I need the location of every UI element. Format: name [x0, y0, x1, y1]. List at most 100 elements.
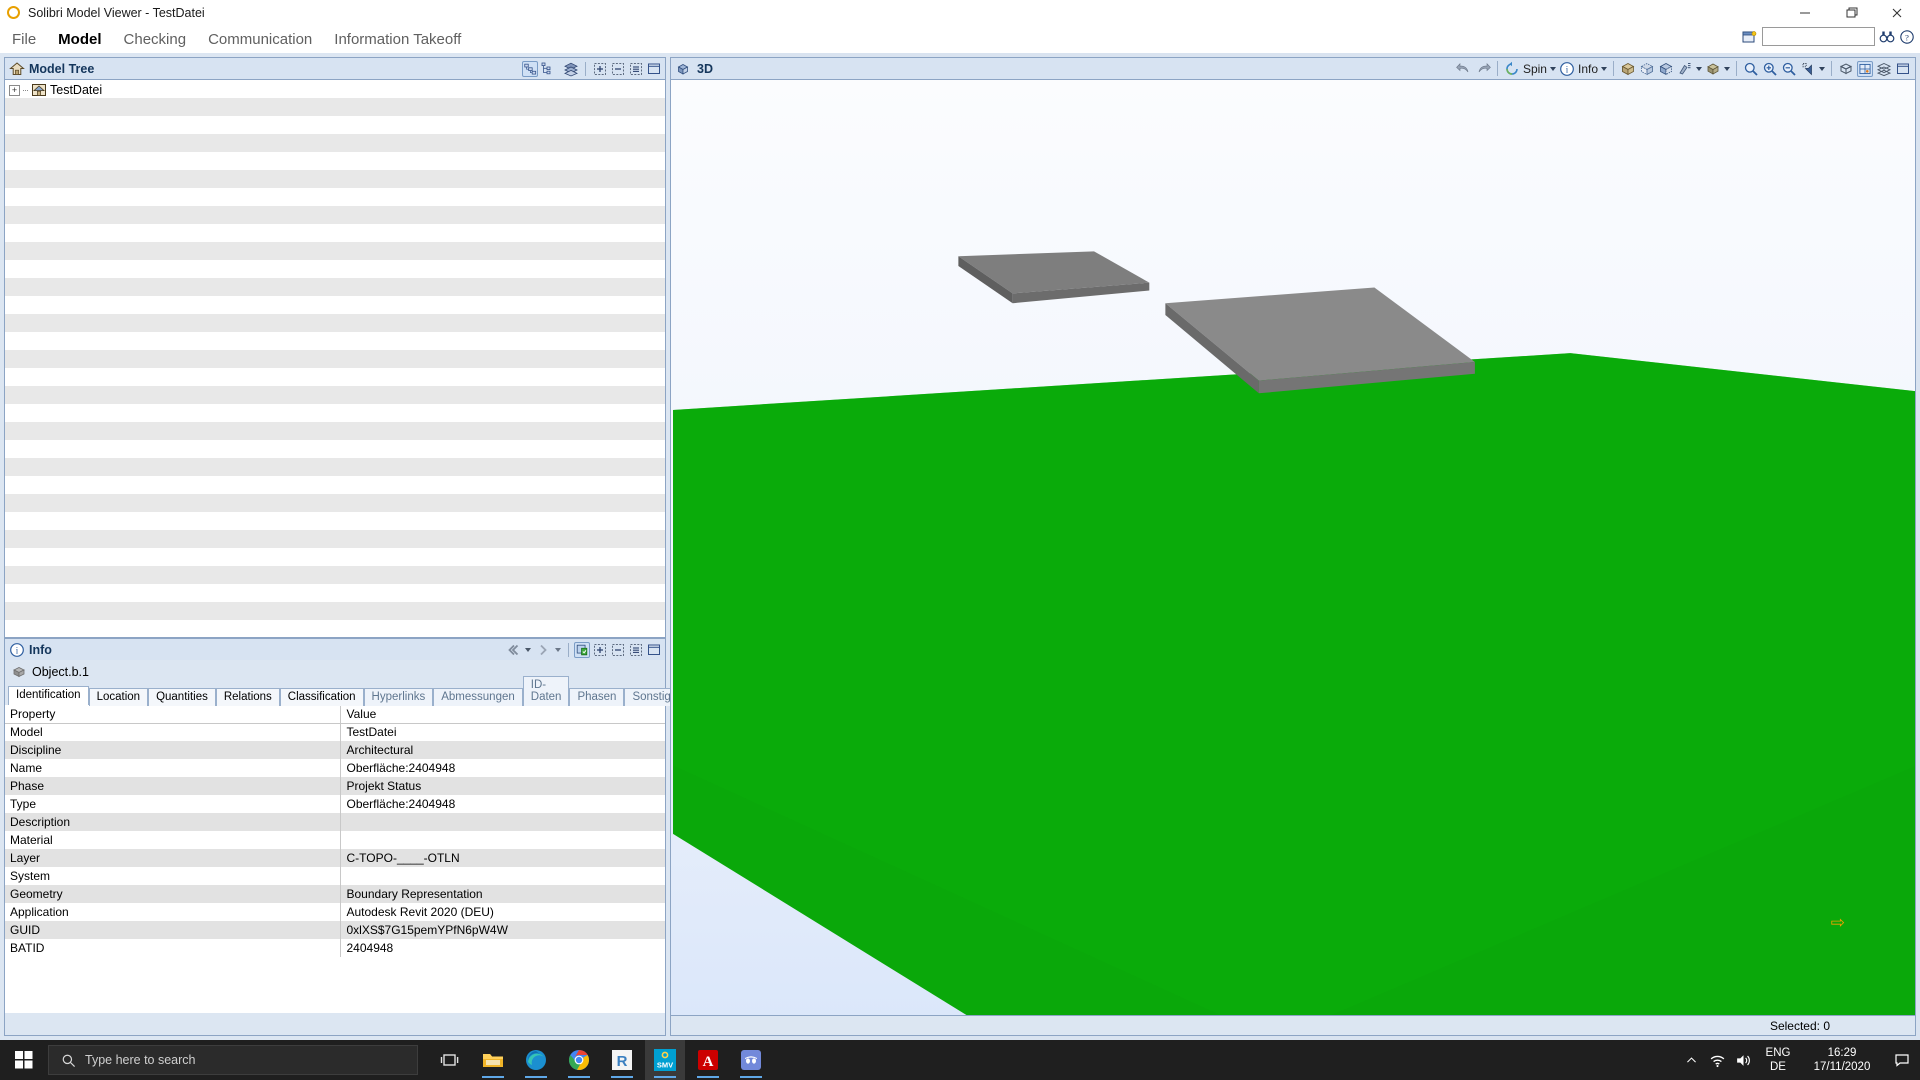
wifi-icon[interactable] — [1704, 1040, 1730, 1080]
collapse-all-icon[interactable] — [610, 642, 626, 658]
new-window-icon[interactable] — [1742, 29, 1758, 45]
tab-quantities[interactable]: Quantities — [148, 688, 216, 706]
menu-item-information-takeoff[interactable]: Information Takeoff — [323, 31, 472, 48]
minimize-button[interactable] — [1782, 0, 1828, 25]
table-row[interactable]: Type Oberfläche:2404948 — [5, 795, 665, 813]
detail-icon[interactable] — [628, 642, 644, 658]
maximize-panel-icon[interactable] — [646, 61, 662, 77]
row-property: Application — [10, 905, 69, 919]
render-cube-icon[interactable] — [1705, 61, 1721, 77]
show-hidden-icons-icon[interactable] — [1678, 1040, 1704, 1080]
detail-icon[interactable] — [628, 61, 644, 77]
maximize-button[interactable] — [1828, 0, 1874, 25]
zoom-area-icon[interactable] — [1743, 61, 1759, 77]
prev-icon[interactable] — [505, 642, 521, 658]
next-icon[interactable] — [535, 642, 551, 658]
forward-arrow-icon[interactable] — [1475, 61, 1491, 77]
taskbar-search[interactable]: Type here to search — [48, 1045, 418, 1075]
menu-item-checking[interactable]: Checking — [113, 31, 198, 48]
wireframe-cube-icon[interactable] — [1658, 61, 1674, 77]
table-row[interactable]: Application Autodesk Revit 2020 (DEU) — [5, 903, 665, 921]
table-row[interactable]: Layer C-TOPO-____-OTLN — [5, 849, 665, 867]
taskbar-app-rstudio[interactable]: R — [602, 1040, 642, 1080]
tab-id-daten[interactable]: ID-Daten — [522, 676, 570, 706]
table-row[interactable]: Model TestDatei — [5, 723, 665, 741]
close-button[interactable] — [1874, 0, 1920, 25]
tab-location[interactable]: Location — [88, 688, 149, 706]
tree-row — [5, 206, 665, 224]
tree-expander[interactable]: + — [9, 84, 20, 96]
list-icon[interactable] — [540, 61, 556, 77]
back-arrow-icon[interactable] — [1456, 61, 1472, 77]
spin-button[interactable]: Spin — [1504, 61, 1556, 77]
table-row[interactable]: BATID 2404948 — [5, 939, 665, 957]
transparent-cube-icon[interactable] — [1639, 61, 1655, 77]
taskbar-app-chrome[interactable] — [559, 1040, 599, 1080]
prev-dropdown-icon[interactable] — [523, 642, 533, 658]
chevron-down-icon[interactable] — [1724, 66, 1730, 71]
info-button[interactable]: i Info — [1559, 61, 1607, 77]
tab-relations[interactable]: Relations — [215, 688, 280, 706]
chevron-down-icon[interactable] — [1819, 66, 1825, 71]
fit-view-icon[interactable] — [1838, 61, 1854, 77]
taskbar-app-edge[interactable] — [516, 1040, 556, 1080]
language-indicator[interactable]: ENG DE — [1756, 1046, 1800, 1074]
next-dropdown-icon[interactable] — [553, 642, 563, 658]
help-icon[interactable]: ? — [1899, 29, 1915, 45]
model-tree-list[interactable]: + TestDatei — [4, 79, 666, 638]
refresh-green-icon[interactable] — [574, 641, 590, 658]
expand-all-icon[interactable] — [592, 642, 608, 658]
tab-phasen[interactable]: Phasen — [569, 688, 625, 706]
menu-item-file[interactable]: File — [0, 31, 47, 48]
chevron-down-icon[interactable] — [1549, 66, 1556, 71]
clock[interactable]: 16:29 17/11/2020 — [1800, 1046, 1884, 1074]
tree-row — [5, 332, 665, 350]
tab-abmessungen[interactable]: Abmessungen — [433, 688, 523, 706]
table-row[interactable]: GUID 0xlXS$7G15pemYPfN6pW4W — [5, 921, 665, 939]
table-row[interactable]: Description — [5, 813, 665, 831]
speaker-icon[interactable] — [1730, 1040, 1756, 1080]
zoom-in-icon[interactable] — [1762, 61, 1778, 77]
view-tab-label[interactable]: 3D — [697, 62, 713, 76]
3d-viewport[interactable]: ⇨ — [670, 79, 1916, 1016]
layers-icon[interactable] — [563, 61, 579, 77]
table-row[interactable]: Discipline Architectural — [5, 741, 665, 759]
solid-cube-icon[interactable] — [1620, 61, 1636, 77]
chevron-down-icon[interactable] — [1696, 66, 1702, 71]
taskbar-app-acrobat[interactable]: A — [688, 1040, 728, 1080]
menu-item-communication[interactable]: Communication — [197, 31, 323, 48]
collapse-all-icon[interactable] — [610, 61, 626, 77]
taskbar-app-discord[interactable] — [731, 1040, 771, 1080]
property-table[interactable]: Property Value Model TestDatei Disciplin… — [5, 705, 665, 1013]
paint-icon[interactable] — [1677, 61, 1693, 77]
tab-hyperlinks[interactable]: Hyperlinks — [363, 688, 434, 706]
table-row[interactable]: Geometry Boundary Representation — [5, 885, 665, 903]
start-button[interactable] — [0, 1040, 48, 1080]
section-icon[interactable] — [1857, 60, 1873, 77]
maximize-panel-icon[interactable] — [1895, 61, 1911, 77]
menu-item-model[interactable]: Model — [47, 31, 112, 48]
task-view-button[interactable] — [430, 1040, 470, 1080]
tab-classification[interactable]: Classification — [279, 688, 364, 706]
table-row[interactable]: Name Oberfläche:2404948 — [5, 759, 665, 777]
table-row[interactable]: System — [5, 867, 665, 885]
app-logo-icon — [7, 6, 20, 19]
maximize-panel-icon[interactable] — [646, 642, 662, 658]
layers-icon[interactable] — [1876, 61, 1892, 77]
search-input[interactable] — [1762, 27, 1875, 46]
tab-identification[interactable]: Identification — [8, 686, 89, 705]
taskbar-app-solibri-model-viewer[interactable]: SMV — [645, 1040, 685, 1080]
tree-item-testdatei[interactable]: + TestDatei — [9, 82, 102, 98]
taskbar-app-file-explorer[interactable] — [473, 1040, 513, 1080]
action-center-button[interactable] — [1884, 1052, 1920, 1068]
expand-all-icon[interactable] — [592, 61, 608, 77]
select-arrow-icon[interactable] — [1800, 61, 1816, 77]
hierarchy-icon[interactable] — [522, 60, 538, 77]
table-row[interactable]: Material — [5, 831, 665, 849]
model-tree-header: Model Tree — [4, 57, 666, 79]
info-bottom-bar — [5, 1013, 665, 1035]
binoculars-icon[interactable] — [1879, 29, 1895, 45]
chevron-down-icon[interactable] — [1601, 66, 1607, 71]
table-row[interactable]: Phase Projekt Status — [5, 777, 665, 795]
zoom-out-icon[interactable] — [1781, 61, 1797, 77]
